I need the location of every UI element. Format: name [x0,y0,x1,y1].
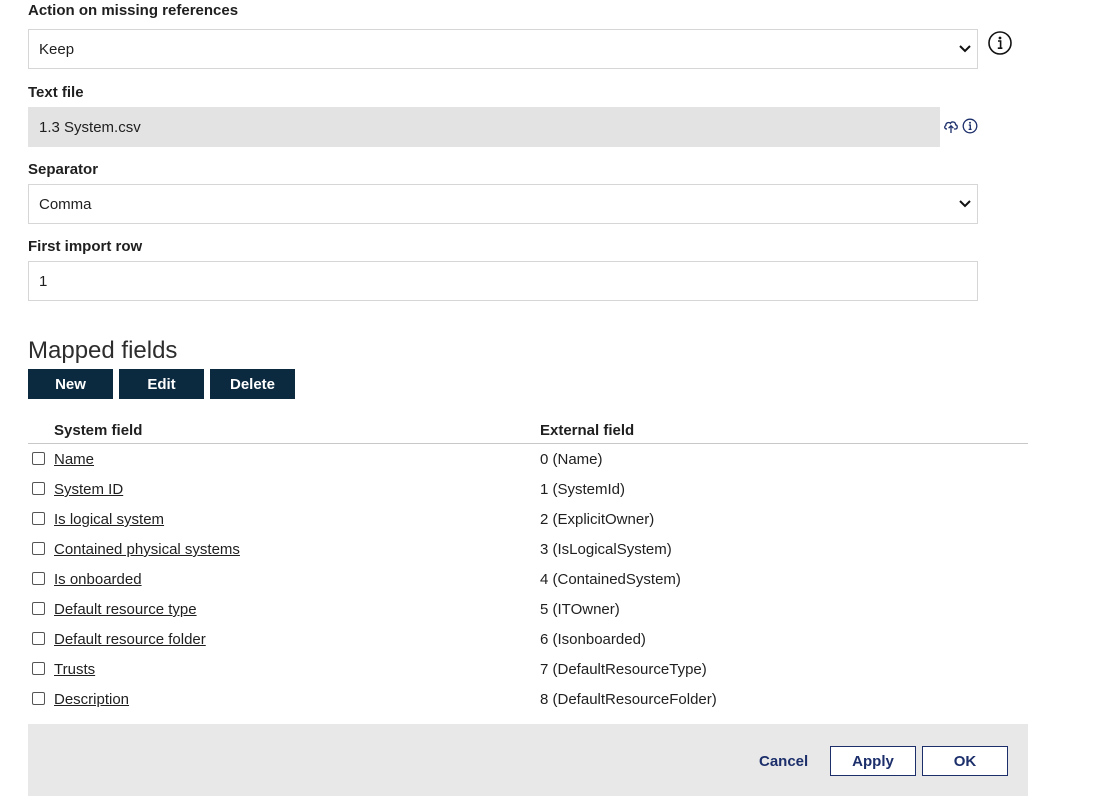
text-file-field: 1.3 System.csv [28,107,940,147]
external-field-header: External field [540,422,635,439]
system-field-link[interactable]: Is onboarded [54,571,142,588]
external-field-value: 8 (DefaultResourceFolder) [540,691,717,708]
text-file-value: 1.3 System.csv [39,118,141,136]
first-row-value: 1 [39,272,48,290]
row-checkbox[interactable] [32,632,45,645]
missing-refs-value: Keep [39,40,75,58]
external-field-value: 1 (SystemId) [540,481,626,498]
info-icon[interactable] [987,30,1013,56]
mapped-fields-title: Mapped fields [28,337,178,364]
apply-button[interactable]: Apply [830,746,916,776]
cloud-upload-icon[interactable] [943,118,959,134]
external-field-value: 2 (ExplicitOwner) [540,511,655,528]
system-field-link[interactable]: Contained physical systems [54,541,240,558]
external-field-value: 3 (IsLogicalSystem) [540,541,672,558]
missing-refs-select[interactable]: Keep [28,29,978,69]
external-field-value: 6 (Isonboarded) [540,631,646,648]
system-field-link[interactable]: Is logical system [54,511,164,528]
row-checkbox[interactable] [32,542,45,555]
first-row-label: First import row [28,238,143,255]
row-checkbox[interactable] [32,602,45,615]
cancel-button[interactable]: Cancel [759,753,808,770]
row-checkbox[interactable] [32,512,45,525]
row-checkbox[interactable] [32,482,45,495]
chevron-down-icon [959,45,971,53]
system-field-header: System field [54,422,143,439]
row-checkbox[interactable] [32,662,45,675]
separator-label: Separator [28,161,99,178]
separator-select[interactable]: Comma [28,184,978,224]
system-field-link[interactable]: Trusts [54,661,95,678]
row-checkbox[interactable] [32,452,45,465]
delete-button[interactable]: Delete [210,369,295,399]
first-row-input[interactable]: 1 [28,261,978,301]
system-field-link[interactable]: System ID [54,481,123,498]
system-field-link[interactable]: Description [54,691,129,708]
system-field-link[interactable]: Default resource type [54,601,197,618]
text-file-label: Text file [28,84,84,101]
missing-refs-label: Action on missing references [28,2,239,19]
header-divider [28,443,1028,444]
system-field-link[interactable]: Name [54,451,94,468]
info-icon[interactable] [962,118,978,134]
system-field-link[interactable]: Default resource folder [54,631,206,648]
external-field-value: 7 (DefaultResourceType) [540,661,707,678]
new-button[interactable]: New [28,369,113,399]
chevron-down-icon [959,200,971,208]
external-field-value: 0 (Name) [540,451,603,468]
edit-button[interactable]: Edit [119,369,204,399]
ok-button[interactable]: OK [922,746,1008,776]
row-checkbox[interactable] [32,692,45,705]
external-field-value: 4 (ContainedSystem) [540,571,681,588]
external-field-value: 5 (ITOwner) [540,601,620,618]
separator-value: Comma [39,195,92,213]
row-checkbox[interactable] [32,572,45,585]
